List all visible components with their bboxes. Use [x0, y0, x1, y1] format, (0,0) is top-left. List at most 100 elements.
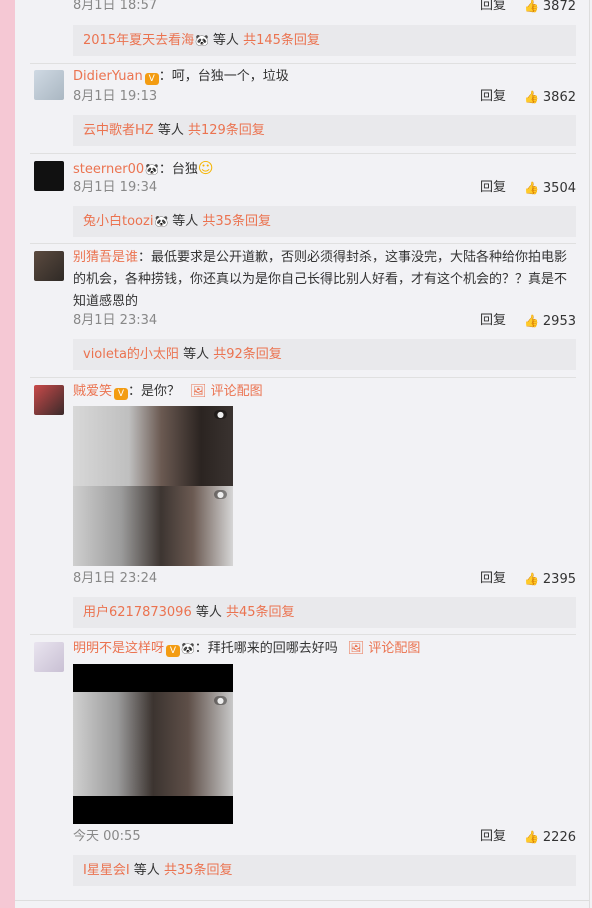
comment-text: ：是你？ — [128, 384, 181, 399]
like-count: 3862 — [542, 90, 576, 105]
sub-reply-user[interactable]: 兔小白toozi — [83, 214, 153, 229]
thumbs-up-icon: 👍 — [523, 0, 539, 13]
thumbs-up-icon: 👍 — [523, 830, 539, 844]
divider — [30, 634, 576, 635]
like-count: 3504 — [542, 181, 576, 196]
comment-time: 8月1日 19:13 — [73, 89, 158, 104]
avatar[interactable] — [34, 161, 64, 191]
comment-time: 8月1日 23:24 — [73, 571, 158, 586]
panda-emoji-icon: 🐼 — [154, 215, 169, 228]
comment-username[interactable]: DidierYuan — [73, 69, 143, 84]
reply-button[interactable]: 回复 — [480, 178, 506, 198]
like-button[interactable]: 👍 3872 — [524, 0, 576, 17]
comment-text: ：最低要求是公开道歉，否则必须得封杀，这事没完，大陆各种给你拍电影的机会，各种捞… — [73, 250, 568, 309]
sub-reply-count[interactable]: 共145条回复 — [243, 33, 320, 48]
divider — [30, 243, 576, 244]
sub-replies-bar[interactable]: 云中歌者HZ 等人 共129条回复 — [73, 115, 576, 146]
comment-content: DidierYuan V ：呵，台独一个，垃圾 — [73, 66, 580, 88]
sub-reply-mid: 等人 — [191, 605, 226, 620]
comment-image[interactable]: ● — [73, 664, 233, 824]
sub-replies-bar[interactable]: violeta的小太阳 等人 共92条回复 — [73, 339, 576, 370]
comment-image-link[interactable]: 🖼 评论配图 — [348, 641, 421, 656]
sub-reply-user[interactable]: 用户6217873096 — [83, 605, 192, 620]
left-accent-bar — [0, 0, 15, 908]
reply-button[interactable]: 回复 — [480, 827, 506, 847]
avatar[interactable] — [34, 251, 64, 281]
sub-reply-count[interactable]: 共35条回复 — [164, 863, 233, 878]
vip-badge-icon: V — [114, 388, 129, 400]
divider — [30, 377, 576, 378]
comment-content: 贼爱笑 V ：是你？ 🖼 评论配图 — [73, 381, 580, 403]
like-count: 2395 — [542, 572, 576, 587]
vip-badge-icon: V — [166, 645, 181, 657]
vip-badge-icon: V — [144, 73, 159, 85]
thumbs-up-icon: 👍 — [523, 181, 539, 195]
sub-reply-count[interactable]: 共45条回复 — [226, 605, 295, 620]
sub-replies-bar[interactable]: 2015年夏天去看海🐼 等人 共145条回复 — [73, 25, 576, 56]
sub-reply-user[interactable]: 2015年夏天去看海 — [83, 33, 194, 48]
like-button[interactable]: 👍 3862 — [524, 87, 576, 108]
sub-reply-count[interactable]: 共35条回复 — [202, 214, 271, 229]
thumbs-up-icon: 👍 — [523, 90, 539, 104]
sub-replies-bar[interactable]: I星星会I 等人 共35条回复 — [73, 855, 576, 886]
sub-reply-user[interactable]: 云中歌者HZ — [83, 123, 154, 138]
like-button[interactable]: 👍 3504 — [524, 178, 576, 199]
photo-panel: ● — [73, 486, 233, 566]
comment-time: 今天 00:55 — [73, 829, 141, 844]
like-count: 3872 — [542, 0, 576, 14]
comment-image-link[interactable]: 🖼 评论配图 — [190, 384, 263, 399]
right-border — [589, 0, 590, 908]
watermark-icon: ● — [214, 410, 227, 419]
watermark-icon: ● — [214, 490, 227, 499]
panda-emoji-icon: 🐼 — [181, 642, 195, 655]
sub-reply-mid: 等人 — [168, 214, 203, 229]
reply-button[interactable]: 回复 — [480, 569, 506, 589]
thumbs-up-icon: 👍 — [523, 572, 539, 586]
avatar[interactable] — [34, 642, 64, 672]
sub-replies-bar[interactable]: 兔小白toozi🐼 等人 共35条回复 — [73, 206, 576, 237]
image-icon: 🖼 — [190, 384, 211, 399]
comment-item: 别猜吾是谁：最低要求是公开道歉，否则必须得封杀，这事没完，大陆各种给你拍电影的机… — [30, 247, 580, 317]
watermark-icon: ● — [214, 696, 227, 705]
like-count: 2226 — [542, 830, 576, 845]
comment-username[interactable]: 别猜吾是谁 — [73, 250, 138, 265]
comment-text: ：呵，台独一个，垃圾 — [158, 69, 289, 84]
comment-username[interactable]: 贼爱笑 — [73, 384, 112, 399]
like-button[interactable]: 👍 2226 — [524, 827, 576, 848]
like-button[interactable]: 👍 2395 — [524, 569, 576, 590]
comment-content: 别猜吾是谁：最低要求是公开道歉，否则必须得封杀，这事没完，大陆各种给你拍电影的机… — [73, 247, 573, 313]
comment-meta: 8月1日 19:13 回复 👍 3862 — [73, 87, 576, 107]
sub-reply-user[interactable]: violeta的小太阳 — [83, 347, 179, 362]
sub-reply-count[interactable]: 共92条回复 — [213, 347, 282, 362]
comment-username[interactable]: steerner00 — [73, 162, 144, 177]
image-icon: 🖼 — [347, 641, 369, 656]
sub-reply-mid: 等人 — [208, 33, 244, 48]
thumbs-up-icon: 👍 — [523, 314, 539, 328]
photo-panel: ● — [73, 406, 233, 486]
comment-time: 8月1日 18:57 — [73, 0, 158, 13]
reply-button[interactable]: 回复 — [480, 311, 506, 331]
avatar[interactable] — [34, 70, 64, 100]
sub-reply-mid: 等人 — [153, 123, 188, 138]
reply-button[interactable]: 回复 — [480, 87, 506, 107]
comment-username[interactable]: 明明不是这样呀 — [73, 641, 164, 656]
like-button[interactable]: 👍 2953 — [524, 311, 576, 332]
comment-meta: 8月1日 23:24 回复 👍 2395 — [73, 569, 576, 589]
comment-image[interactable]: ● ● — [73, 406, 233, 566]
comment-meta: 8月1日 18:57 回复 👍 3872 — [73, 0, 576, 16]
sub-reply-count[interactable]: 共129条回复 — [188, 123, 265, 138]
reply-button[interactable]: 回复 — [480, 0, 506, 16]
divider — [30, 153, 576, 154]
panda-emoji-icon: 🐼 — [195, 34, 209, 47]
sub-reply-user[interactable]: I星星会I — [83, 863, 130, 878]
divider — [30, 63, 576, 64]
comment-text: ：台独 — [158, 162, 198, 177]
comment-meta: 8月1日 23:34 回复 👍 2953 — [73, 311, 576, 331]
photo-panel: ● — [73, 692, 233, 796]
sub-replies-bar[interactable]: 用户6217873096 等人 共45条回复 — [73, 597, 576, 628]
divider — [15, 900, 589, 901]
comment-meta: 8月1日 19:34 回复 👍 3504 — [73, 178, 576, 198]
avatar[interactable] — [34, 385, 64, 415]
sub-reply-mid: 等人 — [178, 347, 214, 362]
like-count: 2953 — [542, 314, 576, 329]
